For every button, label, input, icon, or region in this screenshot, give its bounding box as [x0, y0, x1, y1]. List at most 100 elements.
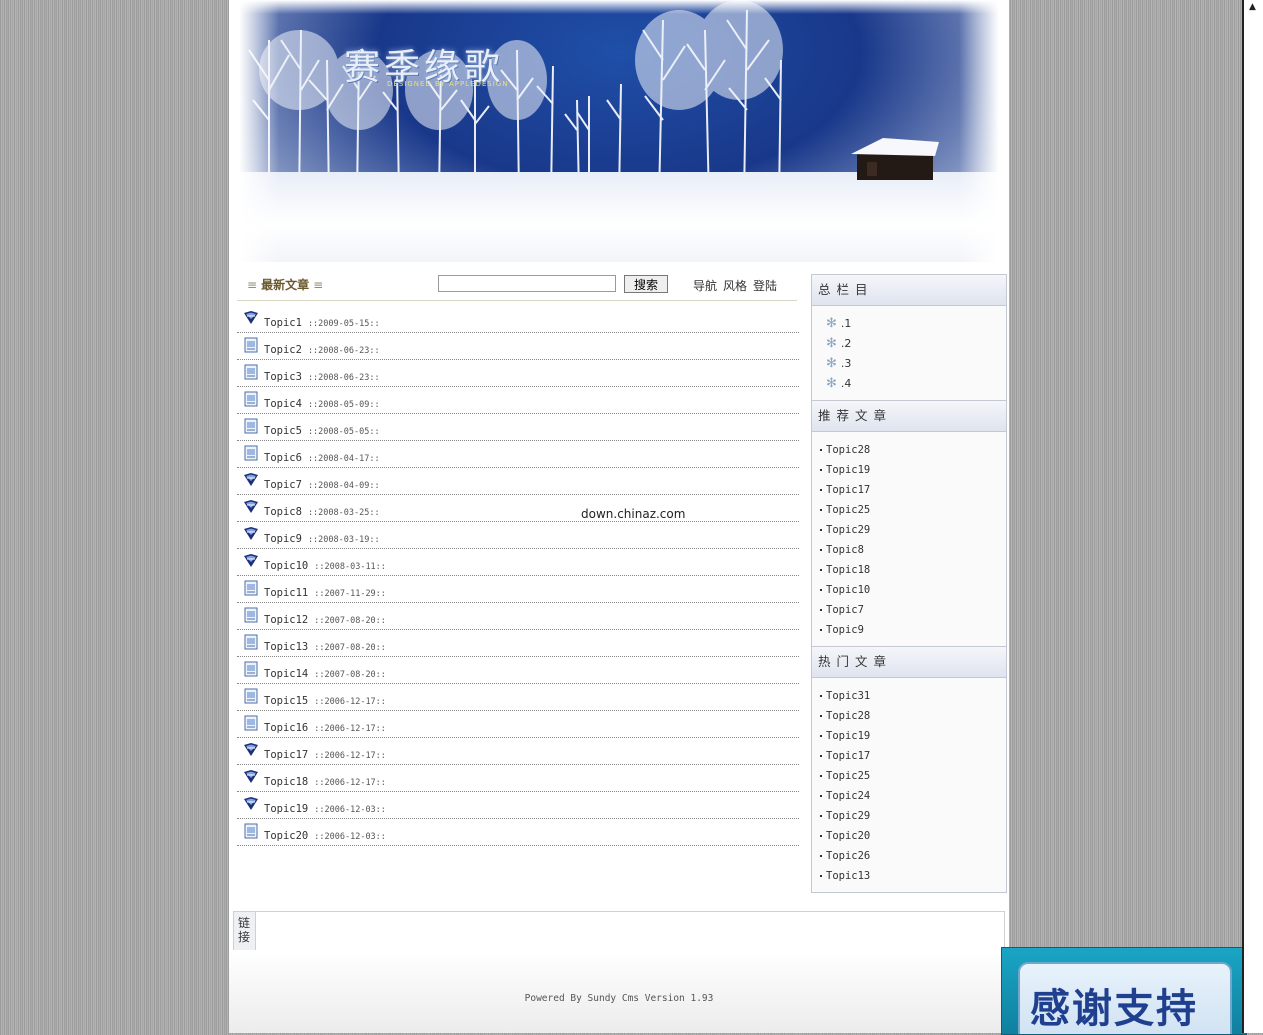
- article-title[interactable]: Topic1: [264, 317, 302, 329]
- hot-item-label[interactable]: Topic29: [826, 810, 870, 822]
- article-link[interactable]: Topic14::2007-08-20::: [264, 668, 386, 680]
- hot-item[interactable]: Topic20: [812, 826, 1006, 846]
- article-link[interactable]: Topic10::2008-03-11::: [264, 560, 386, 572]
- hot-item[interactable]: Topic19: [812, 726, 1006, 746]
- article-title[interactable]: Topic12: [264, 614, 308, 626]
- article-title[interactable]: Topic15: [264, 695, 308, 707]
- category-item[interactable]: ✻ .1: [812, 314, 1006, 334]
- article-link[interactable]: Topic5::2008-05-05::: [264, 425, 380, 437]
- article-link[interactable]: Topic1::2009-05-15::: [264, 317, 380, 329]
- hot-item[interactable]: Topic31: [812, 686, 1006, 706]
- recommended-item-label[interactable]: Topic7: [826, 604, 864, 616]
- article-link[interactable]: Topic6::2008-04-17::: [264, 452, 380, 464]
- hot-item[interactable]: Topic25: [812, 766, 1006, 786]
- article-title[interactable]: Topic4: [264, 398, 302, 410]
- hot-item[interactable]: Topic24: [812, 786, 1006, 806]
- style-link[interactable]: 风格: [723, 279, 747, 293]
- window-scrollbar[interactable]: ▲: [1242, 0, 1263, 1033]
- article-title[interactable]: Topic18: [264, 776, 308, 788]
- article-title[interactable]: Topic6: [264, 452, 302, 464]
- article-link[interactable]: Topic11::2007-11-29::: [264, 587, 386, 599]
- search-button[interactable]: 搜索: [624, 275, 668, 293]
- hot-item[interactable]: Topic26: [812, 846, 1006, 866]
- article-title[interactable]: Topic2: [264, 344, 302, 356]
- hot-item[interactable]: Topic13: [812, 866, 1006, 886]
- category-item[interactable]: ✻ .3: [812, 354, 1006, 374]
- search-input[interactable]: [438, 275, 616, 292]
- category-label[interactable]: .1: [841, 317, 852, 330]
- article-title[interactable]: Topic5: [264, 425, 302, 437]
- hot-item-label[interactable]: Topic20: [826, 830, 870, 842]
- category-label[interactable]: .4: [841, 377, 852, 390]
- article-link[interactable]: Topic15::2006-12-17::: [264, 695, 386, 707]
- article-link[interactable]: Topic19::2006-12-03::: [264, 803, 386, 815]
- hot-item-label[interactable]: Topic25: [826, 770, 870, 782]
- article-link[interactable]: Topic12::2007-08-20::: [264, 614, 386, 626]
- recommended-item[interactable]: Topic28: [812, 440, 1006, 460]
- article-title[interactable]: Topic14: [264, 668, 308, 680]
- article-title[interactable]: Topic11: [264, 587, 308, 599]
- article-title[interactable]: Topic20: [264, 830, 308, 842]
- article-link[interactable]: Topic20::2006-12-03::: [264, 830, 386, 842]
- article-link[interactable]: Topic2::2008-06-23::: [264, 344, 380, 356]
- recommended-item[interactable]: Topic9: [812, 620, 1006, 640]
- recommended-item-label[interactable]: Topic17: [826, 484, 870, 496]
- recommended-item[interactable]: Topic7: [812, 600, 1006, 620]
- article-link[interactable]: Topic3::2008-06-23::: [264, 371, 380, 383]
- article-title[interactable]: Topic7: [264, 479, 302, 491]
- recommended-item-label[interactable]: Topic10: [826, 584, 870, 596]
- article-link[interactable]: Topic7::2008-04-09::: [264, 479, 380, 491]
- hot-item-label[interactable]: Topic19: [826, 730, 870, 742]
- category-item[interactable]: ✻ .4: [812, 374, 1006, 394]
- category-label[interactable]: .3: [841, 357, 852, 370]
- hot-item[interactable]: Topic28: [812, 706, 1006, 726]
- recommended-item-label[interactable]: Topic18: [826, 564, 870, 576]
- article-link[interactable]: Topic17::2006-12-17::: [264, 749, 386, 761]
- recommended-item-label[interactable]: Topic8: [826, 544, 864, 556]
- recommended-item[interactable]: Topic17: [812, 480, 1006, 500]
- hot-item-label[interactable]: Topic31: [826, 690, 870, 702]
- hot-item-label[interactable]: Topic13: [826, 870, 870, 882]
- recommended-item-label[interactable]: Topic28: [826, 444, 870, 456]
- article-link[interactable]: Topic18::2006-12-17::: [264, 776, 386, 788]
- hot-item[interactable]: Topic29: [812, 806, 1006, 826]
- recommended-item[interactable]: Topic25: [812, 500, 1006, 520]
- article-title[interactable]: Topic3: [264, 371, 302, 383]
- article-title[interactable]: Topic13: [264, 641, 308, 653]
- scroll-up-arrow-icon[interactable]: ▲: [1249, 2, 1256, 12]
- article-link[interactable]: Topic13::2007-08-20::: [264, 641, 386, 653]
- recommended-item-label[interactable]: Topic29: [826, 524, 870, 536]
- article-title[interactable]: Topic9: [264, 533, 302, 545]
- recommended-item[interactable]: Topic8: [812, 540, 1006, 560]
- article-link[interactable]: Topic16::2006-12-17::: [264, 722, 386, 734]
- login-link[interactable]: 登陆: [753, 279, 777, 293]
- document-icon: [243, 634, 259, 650]
- category-item[interactable]: ✻ .2: [812, 334, 1006, 354]
- hot-item-label[interactable]: Topic28: [826, 710, 870, 722]
- article-link[interactable]: Topic8::2008-03-25::: [264, 506, 380, 518]
- recommended-item[interactable]: Topic29: [812, 520, 1006, 540]
- article-title[interactable]: Topic19: [264, 803, 308, 815]
- recommended-item[interactable]: Topic18: [812, 560, 1006, 580]
- article-title[interactable]: Topic16: [264, 722, 308, 734]
- recommended-item-label[interactable]: Topic9: [826, 624, 864, 636]
- article-link[interactable]: Topic4::2008-05-09::: [264, 398, 380, 410]
- hot-item-label[interactable]: Topic26: [826, 850, 870, 862]
- friend-links-label: 链接: [234, 912, 256, 950]
- article-date: ::2006-12-17::: [314, 724, 386, 734]
- recommended-item-label[interactable]: Topic25: [826, 504, 870, 516]
- hot-item-label[interactable]: Topic17: [826, 750, 870, 762]
- hot-item[interactable]: Topic17: [812, 746, 1006, 766]
- recommended-item[interactable]: Topic10: [812, 580, 1006, 600]
- nav-link[interactable]: 导航: [693, 279, 717, 293]
- article-title[interactable]: Topic10: [264, 560, 308, 572]
- article-link[interactable]: Topic9::2008-03-19::: [264, 533, 380, 545]
- article-title[interactable]: Topic8: [264, 506, 302, 518]
- recommended-item-label[interactable]: Topic19: [826, 464, 870, 476]
- hot-item-label[interactable]: Topic24: [826, 790, 870, 802]
- thanks-support-badge[interactable]: 感谢支持: [1001, 947, 1247, 1035]
- bullet-icon: [820, 509, 822, 511]
- article-title[interactable]: Topic17: [264, 749, 308, 761]
- category-label[interactable]: .2: [841, 337, 852, 350]
- recommended-item[interactable]: Topic19: [812, 460, 1006, 480]
